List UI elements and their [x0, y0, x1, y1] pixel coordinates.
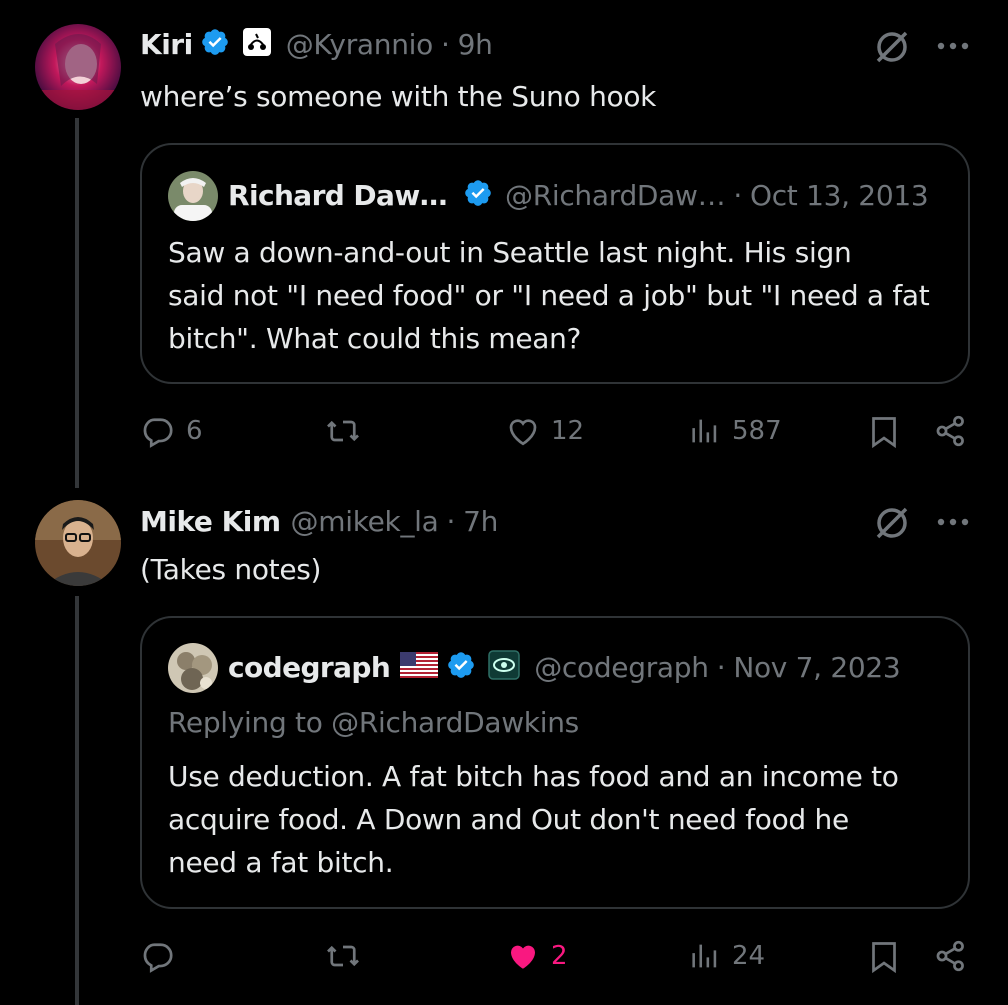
verified-badge-icon: [200, 27, 230, 61]
avatar-codegraph[interactable]: [168, 643, 218, 693]
quote-date: Nov 7, 2023: [733, 650, 901, 684]
quote-text: Saw a down-and-out in Seattle last night…: [168, 231, 968, 360]
like-icon: [505, 413, 541, 449]
views-icon: [688, 938, 722, 974]
author-name[interactable]: Kiri: [140, 28, 193, 61]
avatar-mike-kim[interactable]: [35, 500, 121, 586]
post-text: where’s someone with the Suno hook: [140, 80, 657, 113]
share-icon[interactable]: [933, 938, 969, 978]
quote-author-name: codegraph: [228, 650, 391, 684]
retweet-icon: [324, 413, 362, 449]
more-icon[interactable]: [935, 38, 971, 57]
quote-text-line: Use deduction. A fat bitch has food and …: [168, 760, 899, 793]
grok-icon[interactable]: [872, 27, 912, 71]
verified-badge-icon: [463, 178, 493, 212]
us-flag-icon: [400, 652, 439, 682]
like-button[interactable]: 12: [505, 413, 584, 449]
like-count: 2: [551, 941, 568, 971]
quote-text-line: Saw a down-and-out in Seattle last night…: [168, 236, 852, 269]
share-icon[interactable]: [933, 413, 969, 453]
reply-count: 6: [186, 416, 203, 446]
reply-button[interactable]: 6: [140, 413, 203, 449]
thread-line: [75, 118, 79, 488]
affiliate-eye-icon: [488, 650, 520, 684]
quote-text-line: acquire food. A Down and Out don't need …: [168, 803, 849, 836]
bookmark-icon[interactable]: [866, 938, 902, 980]
verified-badge-icon: [446, 650, 476, 684]
post-header: Kiri @Kyrannio · 9h: [140, 24, 493, 64]
quote-author-handle: @codegraph: [534, 650, 709, 684]
avatar-kiri[interactable]: [35, 24, 121, 110]
quote-text-line: need a fat bitch.: [168, 846, 394, 879]
like-button[interactable]: 2: [505, 938, 568, 974]
separator-dot: ·: [733, 178, 742, 212]
retweet-icon: [324, 938, 362, 974]
post-time[interactable]: 9h: [458, 28, 493, 61]
post-time[interactable]: 7h: [463, 505, 498, 538]
reply-button[interactable]: [140, 938, 186, 974]
replying-to: Replying to @RichardDawkins: [168, 706, 579, 739]
quote-header: codegraph @codegraph · Nov 7, 2023: [228, 646, 901, 688]
reply-icon: [140, 938, 176, 974]
thread-line: [75, 596, 79, 1005]
grok-icon[interactable]: [872, 503, 912, 547]
quote-header: Richard Daw… @RichardDaw… · Oct 13, 2013: [228, 174, 929, 216]
quote-author-handle: @RichardDaw…: [505, 178, 726, 212]
affiliate-badge-icon: [242, 27, 272, 61]
views-button[interactable]: 24: [688, 938, 765, 974]
quote-date: Oct 13, 2013: [749, 178, 929, 212]
quote-text: Use deduction. A fat bitch has food and …: [168, 755, 968, 884]
quote-text-line: bitch". What could this mean?: [168, 322, 582, 355]
quote-text-line: said not "I need food" or "I need a job"…: [168, 279, 930, 312]
avatar-richard[interactable]: [168, 171, 218, 221]
author-name[interactable]: Mike Kim: [140, 505, 281, 538]
retweet-button[interactable]: [324, 413, 362, 449]
like-count: 12: [551, 416, 585, 446]
quoted-post[interactable]: codegraph @codegraph · Nov 7, 2023 Reply…: [140, 616, 970, 909]
post-text: (Takes notes): [140, 553, 322, 586]
separator-dot: ·: [440, 27, 450, 61]
post-header: Mike Kim @mikek_la · 7h: [140, 501, 498, 541]
author-handle[interactable]: @mikek_la: [291, 505, 439, 538]
separator-dot: ·: [716, 650, 726, 684]
views-count: 587: [732, 416, 782, 446]
reply-icon: [140, 413, 176, 449]
retweet-button[interactable]: [324, 938, 362, 974]
bookmark-icon[interactable]: [866, 413, 902, 455]
quote-author-name: Richard Daw…: [228, 178, 448, 212]
author-handle[interactable]: @Kyrannio: [286, 28, 434, 61]
separator-dot: ·: [446, 504, 456, 538]
more-icon[interactable]: [935, 514, 971, 533]
views-count: 24: [732, 941, 766, 971]
like-icon: [505, 938, 541, 974]
views-button[interactable]: 587: [688, 413, 782, 449]
views-icon: [688, 413, 722, 449]
quoted-post[interactable]: Richard Daw… @RichardDaw… · Oct 13, 2013…: [140, 143, 970, 384]
